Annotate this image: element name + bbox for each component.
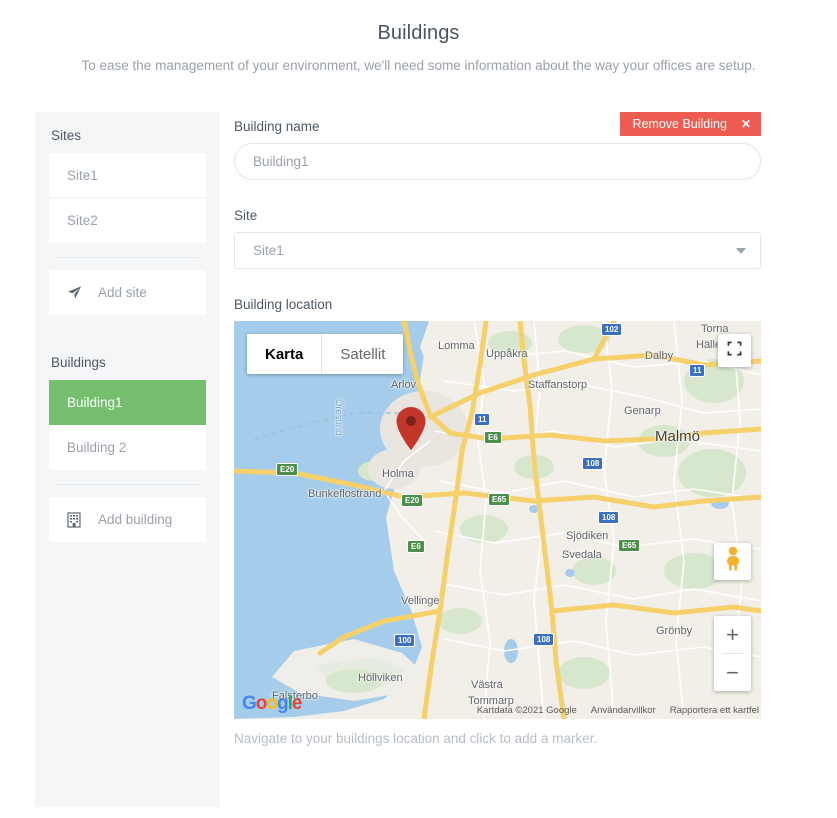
sites-divider [57,257,198,258]
highway-shield: 100 [394,634,416,647]
map-place-label: Malmö [655,428,701,445]
site-label: Site1 [67,167,98,183]
chevron-down-icon [736,247,746,254]
logo-letter: o [255,693,268,714]
site-label: Site [234,208,258,223]
logo-letter: o [266,693,278,714]
map-type-karta[interactable]: Karta [247,334,323,374]
site-select[interactable]: Site1 [234,232,761,269]
sidebar-item-site2[interactable]: Site2 [49,198,206,243]
sites-list: Site1 Site2 [49,153,206,243]
highway-shield: E20 [401,494,424,507]
map-hint: Navigate to your buildings location and … [234,731,598,746]
buildings-page: Buildings To ease the management of your… [0,0,837,818]
logo-letter: G [242,693,257,714]
sites-heading: Sites [51,128,82,143]
map-place-label: Genarp [624,405,661,417]
logo-letter: e [291,693,303,714]
highway-shield: 11 [474,413,491,426]
map-canvas [234,321,761,719]
highway-shield: 11 [689,364,706,377]
map-type-satellit[interactable]: Satellit [322,334,403,374]
map-place-label: Staffanstorp [528,379,588,391]
street-view-button[interactable] [714,543,751,580]
map-marker[interactable] [394,406,428,452]
remove-building-label: Remove Building [632,117,727,131]
zoom-out-button[interactable]: − [714,654,751,691]
map-place-label: Uppåkra [486,348,528,360]
add-building-label: Add building [98,512,173,527]
map-place-label: Arlöv [391,379,417,391]
sidebar-item-building2[interactable]: Building 2 [49,425,206,470]
buildings-divider [57,484,198,485]
map-type-switch[interactable]: Karta Satellit [247,334,404,374]
building-name-value: Building1 [253,154,309,169]
map-water-label: Öresund [333,399,344,436]
fullscreen-button[interactable] [718,334,751,367]
map-attribution: Kartdata ©2021 Google Användarvillkor Ra… [477,705,759,716]
highway-shield: E65 [488,493,511,506]
map-place-label: Höllviken [358,672,403,684]
highway-shield: 108 [533,633,555,646]
map-data-text: Kartdata ©2021 Google [476,705,577,716]
building-label: Building 2 [67,440,127,455]
highway-shield: 102 [601,323,623,336]
main-form: Remove Building ✕ Building name Building… [234,112,761,746]
remove-building-button[interactable]: Remove Building ✕ [620,112,761,136]
report-error-link[interactable]: Rapportera ett kartfel [670,705,759,716]
sidebar-item-site1[interactable]: Site1 [49,153,206,198]
fullscreen-icon [727,341,742,361]
highway-shield: E6 [407,540,425,553]
sidebar-item-building1[interactable]: Building1 [49,380,206,425]
zoom-in-button[interactable]: + [714,616,751,653]
map-place-label: Grönby [656,625,693,637]
site-label: Site2 [67,213,98,228]
building-label: Building1 [67,395,123,410]
pegman-icon [722,546,744,577]
add-site-button[interactable]: Add site [49,270,206,315]
add-building-button[interactable]: Add building [49,497,206,542]
buildings-heading: Buildings [51,355,106,370]
page-title: Buildings [377,22,460,44]
zoom-controls[interactable]: + − [714,616,751,691]
google-logo: Google [242,693,303,715]
terms-link[interactable]: Användarvillkor [591,705,656,716]
map-place-label: Holma [382,468,414,480]
highway-shield: 108 [598,511,620,524]
highway-shield: E6 [484,431,502,444]
site-select-value: Site1 [253,243,284,258]
buildings-list: Building1 Building 2 [49,380,206,470]
map-place-label: Västra [471,679,503,691]
paper-plane-icon [67,285,84,300]
building-location-label: Building location [234,297,333,312]
building-icon [67,511,84,528]
map-place-label: Bunkeflostrand [308,488,382,500]
sidebar: Sites Site1 Site2 Add site Buildings Bui… [35,112,220,807]
highway-shield: 108 [582,457,604,470]
map-place-label: Dalby [645,350,674,362]
map-place-label: Vellinge [401,595,440,607]
map-place-label: Lomma [438,340,475,352]
page-subtitle: To ease the management of your environme… [81,58,756,73]
map-place-label: Sjödiken [566,530,609,542]
add-site-label: Add site [98,285,147,300]
building-name-input[interactable]: Building1 [234,143,761,180]
logo-letter: g [277,693,289,714]
highway-shield: E20 [276,463,299,476]
map-place-label: Svedala [562,549,602,561]
map[interactable]: Malmö Lomma Uppåkra Arlöv Staffanstorp D… [234,321,761,719]
close-icon: ✕ [740,117,751,131]
highway-shield: E65 [618,539,641,552]
